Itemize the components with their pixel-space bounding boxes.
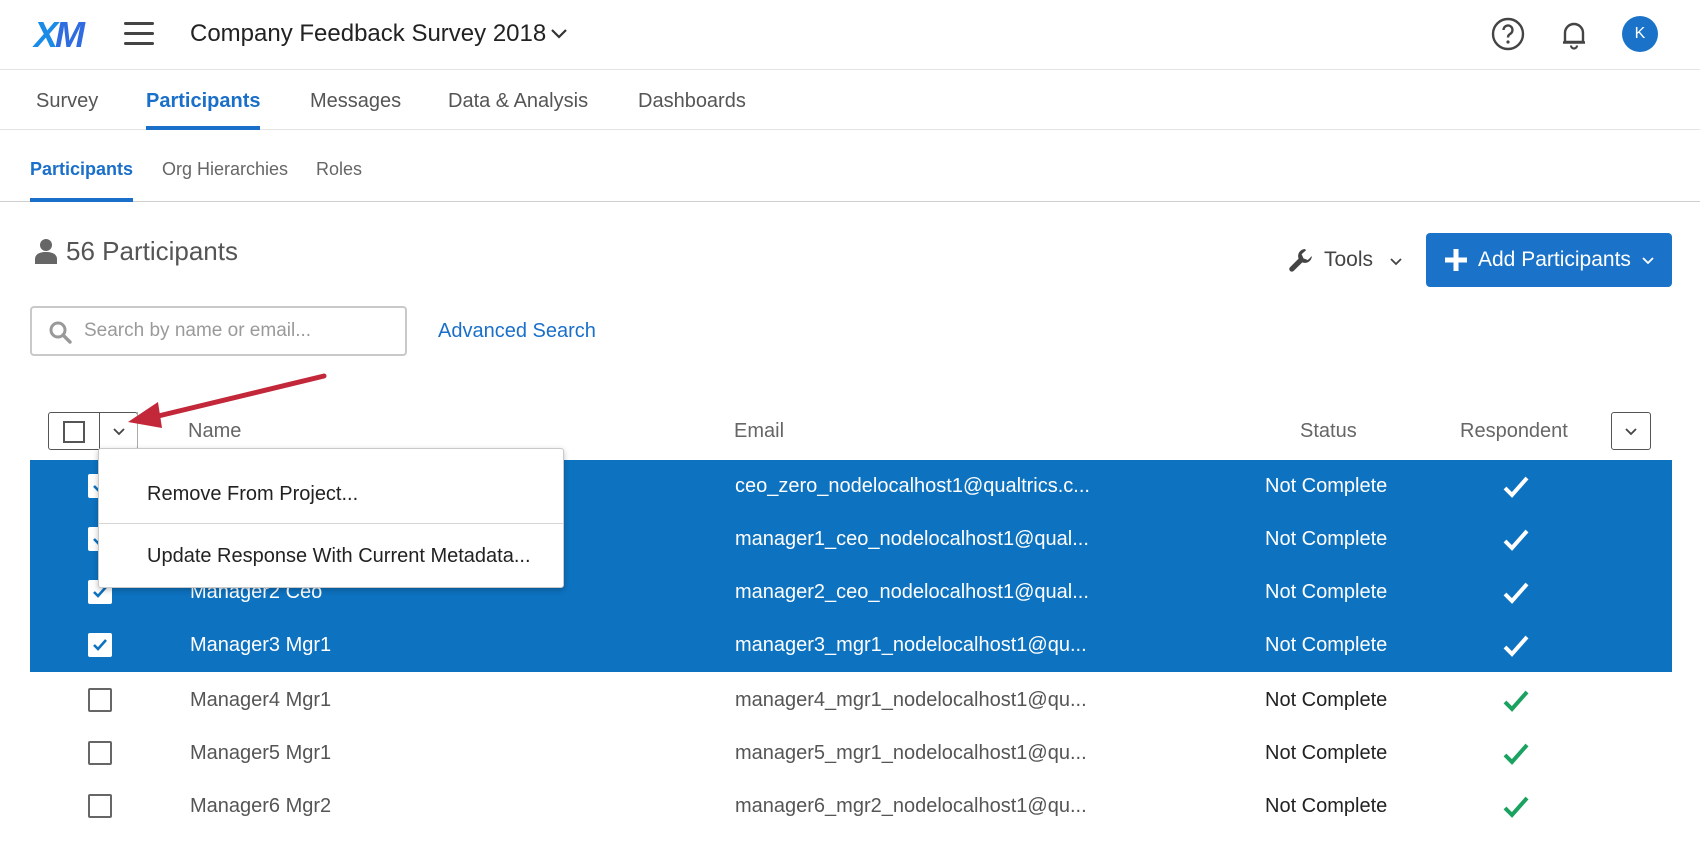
menu-item-update-response[interactable]: Update Response With Current Metadata...	[99, 525, 563, 585]
chevron-down-icon	[1625, 428, 1637, 436]
logo-m: M	[55, 14, 85, 55]
search-box	[30, 306, 407, 356]
logo-x: X	[34, 14, 58, 55]
tools-label: Tools	[1324, 248, 1374, 271]
check-icon	[1503, 690, 1529, 712]
row-checkbox[interactable]	[88, 741, 112, 765]
column-options-button[interactable]	[1611, 412, 1651, 450]
check-icon	[1503, 796, 1529, 818]
bell-icon[interactable]	[1556, 16, 1592, 52]
participant-email: manager2_ceo_nodelocalhost1@qual...	[735, 581, 1089, 603]
menu-item-remove-from-project[interactable]: Remove From Project...	[99, 463, 563, 523]
participant-status: Not Complete	[1265, 634, 1388, 656]
bulk-actions-menu: Remove From Project... Update Response W…	[98, 448, 564, 588]
search-icon	[49, 321, 72, 344]
column-header-status[interactable]: Status	[1300, 420, 1357, 443]
subtab-participants[interactable]: Participants	[30, 130, 134, 202]
add-participants-button[interactable]: Add Participants	[1426, 233, 1672, 287]
search-input[interactable]	[84, 316, 394, 346]
check-icon	[1503, 476, 1529, 498]
chevron-down-icon	[1642, 257, 1654, 265]
plus-icon	[1445, 249, 1467, 271]
menu-item-label: Remove From Project...	[147, 483, 359, 505]
xm-logo[interactable]: XM	[34, 14, 85, 56]
subtab-roles[interactable]: Roles	[316, 130, 362, 202]
participant-email: manager3_mgr1_nodelocalhost1@qu...	[735, 634, 1087, 656]
tab-participants[interactable]: Participants	[146, 70, 261, 130]
participant-status: Not Complete	[1265, 528, 1388, 550]
tab-messages[interactable]: Messages	[310, 70, 401, 130]
participant-name[interactable]: Manager6 Mgr2	[190, 795, 331, 818]
participant-count-label: 56 Participants	[66, 236, 238, 266]
participant-email: ceo_zero_nodelocalhost1@qualtrics.c...	[735, 475, 1090, 497]
participant-name[interactable]: Manager3 Mgr1	[190, 634, 331, 657]
check-icon	[1503, 529, 1529, 551]
participant-email: manager1_ceo_nodelocalhost1@qual...	[735, 528, 1089, 550]
tab-data-analysis[interactable]: Data & Analysis	[448, 70, 588, 130]
top-bar: XM Company Feedback Survey 2018 K	[0, 0, 1700, 70]
chevron-down-icon	[1390, 258, 1402, 266]
participant-status: Not Complete	[1265, 581, 1388, 603]
participant-email: manager5_mgr1_nodelocalhost1@qu...	[735, 742, 1087, 764]
participant-email: manager4_mgr1_nodelocalhost1@qu...	[735, 689, 1087, 711]
participant-email: manager6_mgr2_nodelocalhost1@qu...	[735, 795, 1087, 817]
table-row[interactable]: Manager4 Mgr1 manager4_mgr1_nodelocalhos…	[30, 674, 1672, 727]
help-icon[interactable]	[1490, 16, 1526, 52]
project-title[interactable]: Company Feedback Survey 2018	[190, 20, 546, 48]
row-checkbox[interactable]	[88, 688, 112, 712]
wrench-icon	[1289, 249, 1312, 272]
table-row[interactable]: Manager5 Mgr1 manager5_mgr1_nodelocalhos…	[30, 727, 1672, 780]
table-row[interactable]: Manager6 Mgr2 manager6_mgr2_nodelocalhos…	[30, 780, 1672, 833]
tab-survey[interactable]: Survey	[36, 70, 98, 130]
column-header-name[interactable]: Name	[188, 420, 241, 443]
participant-status: Not Complete	[1265, 742, 1388, 764]
avatar[interactable]: K	[1622, 16, 1658, 52]
tab-dashboards[interactable]: Dashboards	[638, 70, 746, 130]
select-all-checkbox[interactable]	[63, 421, 85, 443]
advanced-search-link[interactable]: Advanced Search	[438, 320, 596, 343]
main-tabs: Survey Participants Messages Data & Anal…	[0, 70, 1700, 130]
chevron-down-icon[interactable]	[111, 423, 127, 439]
table-row[interactable]: Manager3 Mgr1 manager3_mgr1_nodelocalhos…	[30, 619, 1672, 672]
column-header-respondent[interactable]: Respondent	[1460, 420, 1568, 443]
menu-item-label: Update Response With Current Metadata...	[147, 545, 531, 567]
chevron-down-icon[interactable]	[548, 22, 570, 44]
add-participants-label: Add Participants	[1478, 248, 1631, 271]
check-icon	[1503, 743, 1529, 765]
column-header-email[interactable]: Email	[734, 420, 784, 443]
participant-status: Not Complete	[1265, 475, 1388, 497]
sub-tabs: Participants Org Hierarchies Roles	[0, 130, 1700, 202]
bulk-select-control[interactable]	[48, 412, 138, 450]
subtab-org-hierarchies[interactable]: Org Hierarchies	[162, 130, 288, 202]
check-icon	[1503, 635, 1529, 657]
row-checkbox[interactable]	[88, 794, 112, 818]
participant-status: Not Complete	[1265, 689, 1388, 711]
participant-name[interactable]: Manager5 Mgr1	[190, 742, 331, 765]
participant-status: Not Complete	[1265, 795, 1388, 817]
participant-name[interactable]: Manager4 Mgr1	[190, 689, 331, 712]
row-checkbox[interactable]	[88, 633, 112, 657]
check-icon	[1503, 582, 1529, 604]
person-icon	[35, 239, 57, 264]
menu-icon[interactable]	[124, 22, 154, 46]
